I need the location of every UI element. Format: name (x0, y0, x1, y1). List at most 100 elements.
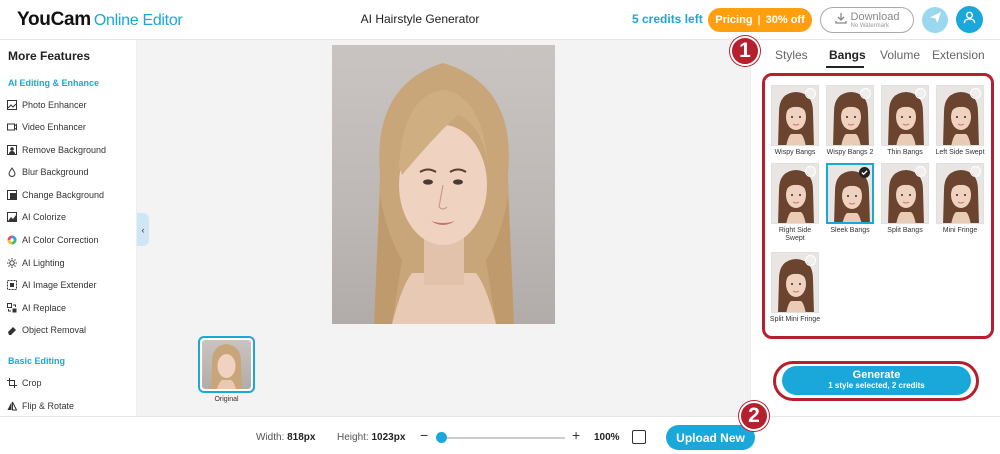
logo-main: YouCam (17, 9, 91, 30)
radio-circle-icon (805, 166, 816, 177)
sidebar-item-photo-enhancer[interactable]: Photo Enhancer (7, 97, 87, 113)
flip-icon (7, 401, 17, 411)
style-preview-image (771, 163, 819, 224)
pricing-button[interactable]: Pricing | 30% off (708, 8, 812, 32)
style-option[interactable]: Wispy Bangs 2 (824, 85, 876, 157)
credits-indicator: 5 credits left (632, 12, 703, 26)
style-option-label: Mini Fringe (942, 227, 978, 234)
sidebar-item-label: Video Enhancer (22, 122, 86, 132)
original-thumbnail[interactable] (198, 336, 255, 393)
zoom-in-button[interactable]: + (572, 427, 580, 443)
radio-circle-icon (915, 88, 926, 99)
sidebar-item-ai-lighting[interactable]: AI Lighting (7, 255, 65, 271)
sidebar-item-flip-rotate[interactable]: Flip & Rotate (7, 398, 74, 414)
expand-icon (7, 280, 17, 290)
sidebar-item-ai-color-correction[interactable]: AI Color Correction (7, 232, 99, 248)
sidebar-item-label: Change Background (22, 190, 105, 200)
annotation-marker-1: 1 (730, 36, 760, 66)
sidebar-item-label: Flip & Rotate (22, 401, 75, 411)
sidebar-item-label: Blur Background (22, 167, 89, 177)
width-label: Width: (256, 432, 285, 443)
sidebar-item-label: AI Replace (22, 303, 67, 313)
sidebar: More Features AI Editing & Enhance Photo… (0, 40, 137, 416)
style-option-label: Wispy Bangs (774, 149, 816, 156)
video-enhance-icon (7, 122, 17, 132)
style-tabs: Styles Bangs Volume Extension (750, 40, 1000, 70)
sidebar-item-label: AI Colorize (22, 212, 67, 222)
pricing-label: Pricing (715, 14, 753, 26)
radio-circle-icon (970, 166, 981, 177)
style-option[interactable]: Thin Bangs (879, 85, 931, 157)
style-preview-image (826, 85, 874, 146)
download-icon (834, 11, 847, 29)
tab-volume[interactable]: Volume (880, 48, 920, 62)
annotation-marker-2: 2 (739, 401, 769, 431)
profile-button[interactable] (956, 6, 983, 33)
section-title-ai-editing: AI Editing & Enhance (8, 78, 100, 88)
sidebar-item-object-removal[interactable]: Object Removal (7, 322, 86, 338)
generate-label: Generate (852, 369, 901, 381)
style-option-label: Thin Bangs (887, 149, 923, 156)
sidebar-item-ai-replace[interactable]: AI Replace (7, 300, 66, 316)
user-icon (962, 10, 977, 30)
height-value: 1023px (371, 432, 406, 443)
sun-icon (7, 258, 17, 268)
style-option-label: Left Side Swept (935, 149, 985, 156)
sidebar-item-label: Remove Background (22, 145, 107, 155)
height-readout: Height: 1023px (337, 432, 405, 443)
style-option-label: Split Bangs (887, 227, 923, 234)
style-preview-image (771, 85, 819, 146)
sidebar-item-ai-colorize[interactable]: AI Colorize (7, 209, 66, 225)
style-preview-image (881, 85, 929, 146)
style-option[interactable]: Left Side Swept (934, 85, 986, 157)
upload-new-button[interactable]: Upload New (666, 425, 755, 450)
tab-extension[interactable]: Extension (932, 48, 985, 62)
style-preview-image (936, 85, 984, 146)
change-bg-icon (7, 190, 17, 200)
style-option[interactable]: Split Mini Fringe (769, 252, 821, 324)
tab-bangs[interactable]: Bangs (829, 48, 866, 62)
send-button[interactable] (922, 7, 948, 33)
page-title: AI Hairstyle Generator (360, 12, 480, 26)
sidebar-item-crop[interactable]: Crop (7, 375, 42, 391)
generate-button[interactable]: Generate 1 style selected, 2 credits (782, 366, 971, 395)
send-icon (929, 11, 942, 29)
style-option[interactable]: Right Side Swept (769, 163, 821, 244)
tab-styles[interactable]: Styles (775, 48, 808, 62)
sidebar-item-change-background[interactable]: Change Background (7, 187, 104, 203)
style-option[interactable]: Sleek Bangs (824, 163, 876, 235)
eraser-icon (7, 325, 17, 335)
color-wheel-icon (7, 235, 17, 245)
thumbnail-label: Original (214, 396, 239, 403)
zoom-slider-handle[interactable] (436, 432, 447, 443)
style-option-label: Sleek Bangs (830, 227, 870, 234)
style-option-label: Right Side Swept (778, 227, 812, 243)
zoom-out-button[interactable]: − (420, 427, 428, 443)
portrait-photo (332, 45, 555, 324)
bottom-bar (0, 416, 1000, 454)
section-title-basic-editing: Basic Editing (8, 356, 66, 366)
radio-circle-icon (805, 88, 816, 99)
sidebar-collapse-button[interactable]: ‹ (137, 213, 149, 246)
style-option[interactable]: Split Bangs (879, 163, 931, 235)
download-button[interactable]: Download No Watermark (820, 7, 914, 33)
radio-circle-icon (805, 255, 816, 266)
check-icon (859, 167, 870, 178)
sidebar-item-ai-image-extender[interactable]: AI Image Extender (7, 277, 97, 293)
download-label: Download (850, 10, 900, 23)
style-option[interactable]: Wispy Bangs (769, 85, 821, 157)
sidebar-item-label: AI Color Correction (22, 235, 99, 245)
zoom-slider-track[interactable] (437, 437, 565, 439)
sidebar-item-blur-background[interactable]: Blur Background (7, 164, 89, 180)
sidebar-item-video-enhancer[interactable]: Video Enhancer (7, 119, 86, 135)
sidebar-item-remove-background[interactable]: Remove Background (7, 142, 106, 158)
style-option-label: Wispy Bangs 2 (826, 149, 874, 156)
style-option[interactable]: Mini Fringe (934, 163, 986, 235)
app-logo[interactable]: YouCam Online Editor (17, 9, 183, 31)
image-enhance-icon (7, 100, 17, 110)
fit-screen-icon[interactable] (632, 430, 646, 444)
sidebar-item-label: Object Removal (22, 325, 87, 335)
colorize-icon (7, 212, 17, 222)
radio-circle-icon (915, 166, 926, 177)
active-tab-indicator (826, 66, 864, 68)
